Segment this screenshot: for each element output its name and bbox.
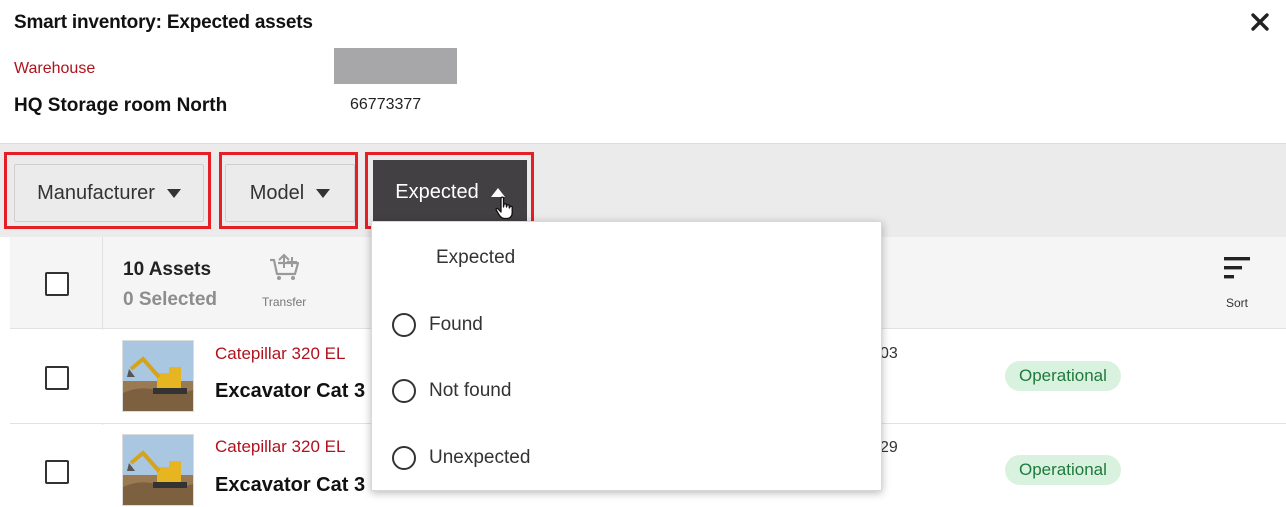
radio-button[interactable] (392, 313, 416, 337)
location-type-label: Warehouse (14, 60, 96, 77)
modal-title: Smart inventory: Expected assets (14, 12, 313, 33)
asset-model: Catepillar 320 EL (215, 437, 346, 456)
asset-thumbnail (122, 340, 194, 412)
assets-count: 10 Assets (123, 259, 212, 280)
asset-model: Catepillar 320 EL (215, 344, 346, 363)
row-checkbox[interactable] (45, 366, 69, 390)
asset-id: 03 (880, 345, 898, 362)
transfer-label: Transfer (262, 295, 307, 309)
sort-label: Sort (1226, 296, 1249, 310)
asset-thumbnail (122, 434, 194, 506)
option-found[interactable]: Found (392, 313, 483, 337)
asset-name[interactable]: Excavator Cat 3 (215, 380, 365, 403)
radio-button[interactable] (392, 446, 416, 470)
location-code: 66773377 (350, 96, 422, 113)
option-label: Not found (429, 380, 512, 401)
dropdown-header: Expected (436, 247, 516, 268)
model-filter-label: Model (249, 181, 305, 204)
status-badge: Operational (1005, 361, 1121, 391)
asset-name[interactable]: Excavator Cat 3 (215, 474, 365, 497)
model-filter-button[interactable]: Model (225, 164, 355, 222)
expected-filter-label: Expected (395, 180, 479, 203)
option-not-found[interactable]: Not found (392, 379, 511, 403)
excavator-image (123, 435, 193, 505)
option-unexpected[interactable]: Unexpected (392, 446, 530, 470)
modal-header: Smart inventory: Expected assets Warehou… (0, 0, 1286, 143)
option-label: Unexpected (429, 447, 531, 468)
redacted-field (334, 48, 457, 84)
asset-id: 29 (880, 439, 898, 456)
cart-transfer-icon[interactable] (268, 252, 302, 282)
manufacturer-filter-button[interactable]: Manufacturer (14, 164, 204, 222)
row-checkbox[interactable] (45, 460, 69, 484)
excavator-image (123, 341, 193, 411)
sort-icon[interactable] (1223, 255, 1251, 281)
selected-count: 0 Selected (123, 289, 217, 310)
manufacturer-filter-label: Manufacturer (37, 181, 155, 204)
status-badge: Operational (1005, 455, 1121, 485)
radio-button[interactable] (392, 379, 416, 403)
hand-cursor-icon (495, 196, 513, 220)
chevron-down-icon (316, 188, 331, 198)
chevron-down-icon (166, 188, 181, 198)
select-all-checkbox[interactable] (45, 272, 69, 296)
option-label: Found (429, 314, 483, 335)
close-icon[interactable] (1248, 10, 1272, 34)
location-name: HQ Storage room North (14, 95, 228, 116)
